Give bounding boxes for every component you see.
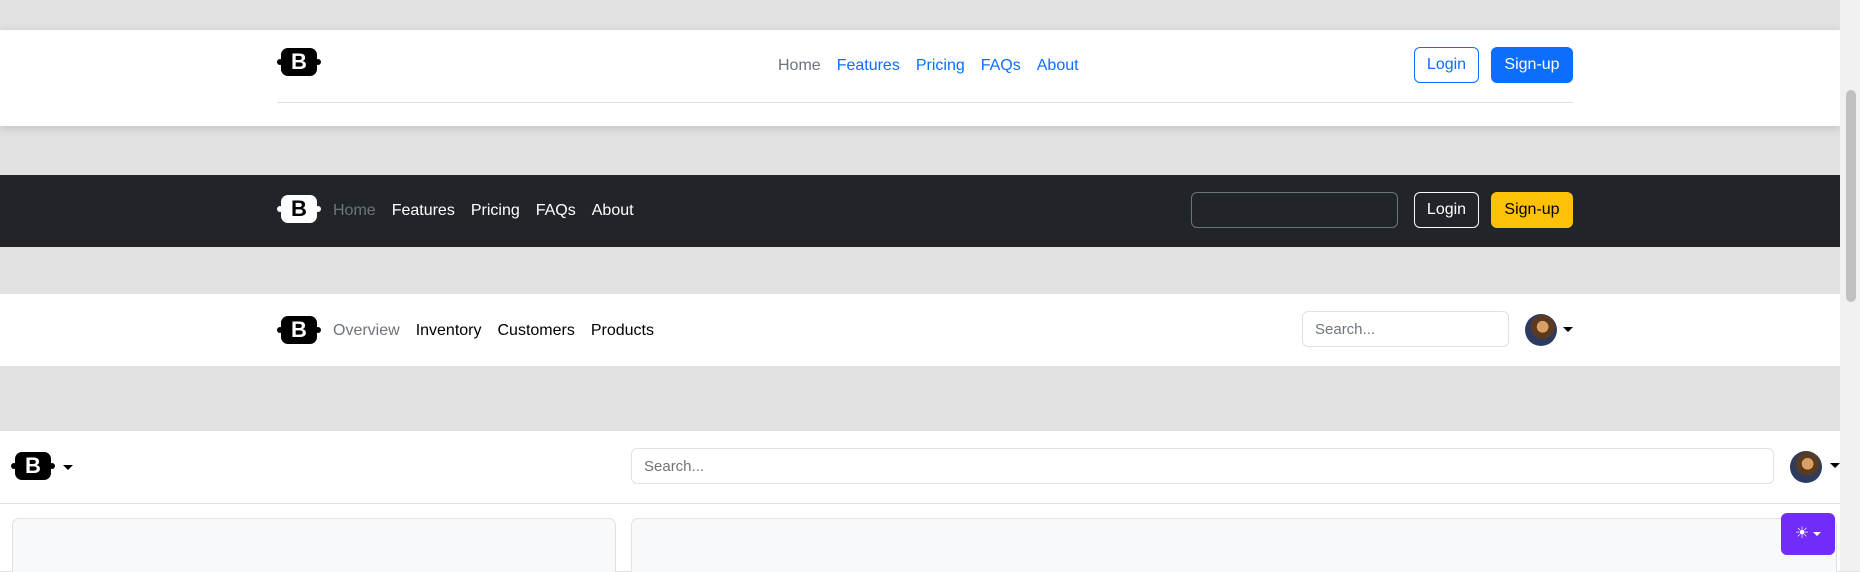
chevron-down-icon[interactable]	[1563, 327, 1573, 332]
user-avatar[interactable]	[1790, 451, 1822, 483]
header-app: B Overview Inventory Customers Products …	[0, 294, 1840, 367]
nav-pricing[interactable]: Pricing	[916, 57, 965, 75]
search-input[interactable]: Search...	[1302, 311, 1509, 347]
header-dark: B Home Features Pricing FAQs About Login…	[0, 175, 1840, 247]
scrollbar-thumb[interactable]	[1846, 90, 1856, 302]
nav-home[interactable]: Home	[778, 57, 821, 75]
nav-customers[interactable]: Customers	[498, 322, 575, 340]
nav-pricing[interactable]: Pricing	[471, 202, 520, 220]
bootstrap-logo[interactable]: B	[277, 195, 321, 223]
chevron-down-icon	[1813, 532, 1822, 536]
nav-about[interactable]: About	[592, 202, 634, 220]
nav-features[interactable]: Features	[392, 202, 455, 220]
header2-nav: Home Features Pricing FAQs About	[333, 202, 634, 220]
login-button[interactable]: Login	[1414, 192, 1479, 228]
header3-nav: Overview Inventory Customers Products	[333, 322, 654, 340]
bootstrap-logo[interactable]: B	[11, 452, 55, 480]
header1-nav: Home Features Pricing FAQs About	[778, 57, 1079, 75]
theme-toggle-button[interactable]: ☀	[1781, 513, 1835, 555]
main-card	[631, 518, 1837, 572]
chevron-down-icon[interactable]	[1830, 463, 1840, 468]
header-light-centered: B Home Features Pricing FAQs About Login…	[0, 30, 1840, 126]
sidebar-card	[12, 518, 616, 572]
search-input[interactable]: Search...	[631, 448, 1774, 484]
nav-faqs[interactable]: FAQs	[981, 57, 1021, 75]
chevron-down-icon[interactable]	[63, 465, 73, 470]
login-button[interactable]: Login	[1414, 47, 1479, 83]
signup-button[interactable]: Sign-up	[1491, 47, 1573, 83]
signup-button[interactable]: Sign-up	[1491, 192, 1573, 228]
user-avatar[interactable]	[1525, 314, 1557, 346]
nav-faqs[interactable]: FAQs	[536, 202, 576, 220]
search-input[interactable]	[1191, 192, 1398, 228]
nav-products[interactable]: Products	[591, 322, 654, 340]
nav-features[interactable]: Features	[837, 57, 900, 75]
sun-icon: ☀	[1794, 525, 1810, 542]
nav-about[interactable]: About	[1037, 57, 1079, 75]
header1-divider	[277, 102, 1573, 103]
nav-overview[interactable]: Overview	[333, 322, 400, 340]
nav-home[interactable]: Home	[333, 202, 376, 220]
header-dashboard: B Search...	[0, 431, 1840, 504]
bootstrap-logo[interactable]: B	[277, 316, 321, 344]
bootstrap-logo[interactable]: B	[277, 48, 321, 76]
nav-inventory[interactable]: Inventory	[416, 322, 482, 340]
